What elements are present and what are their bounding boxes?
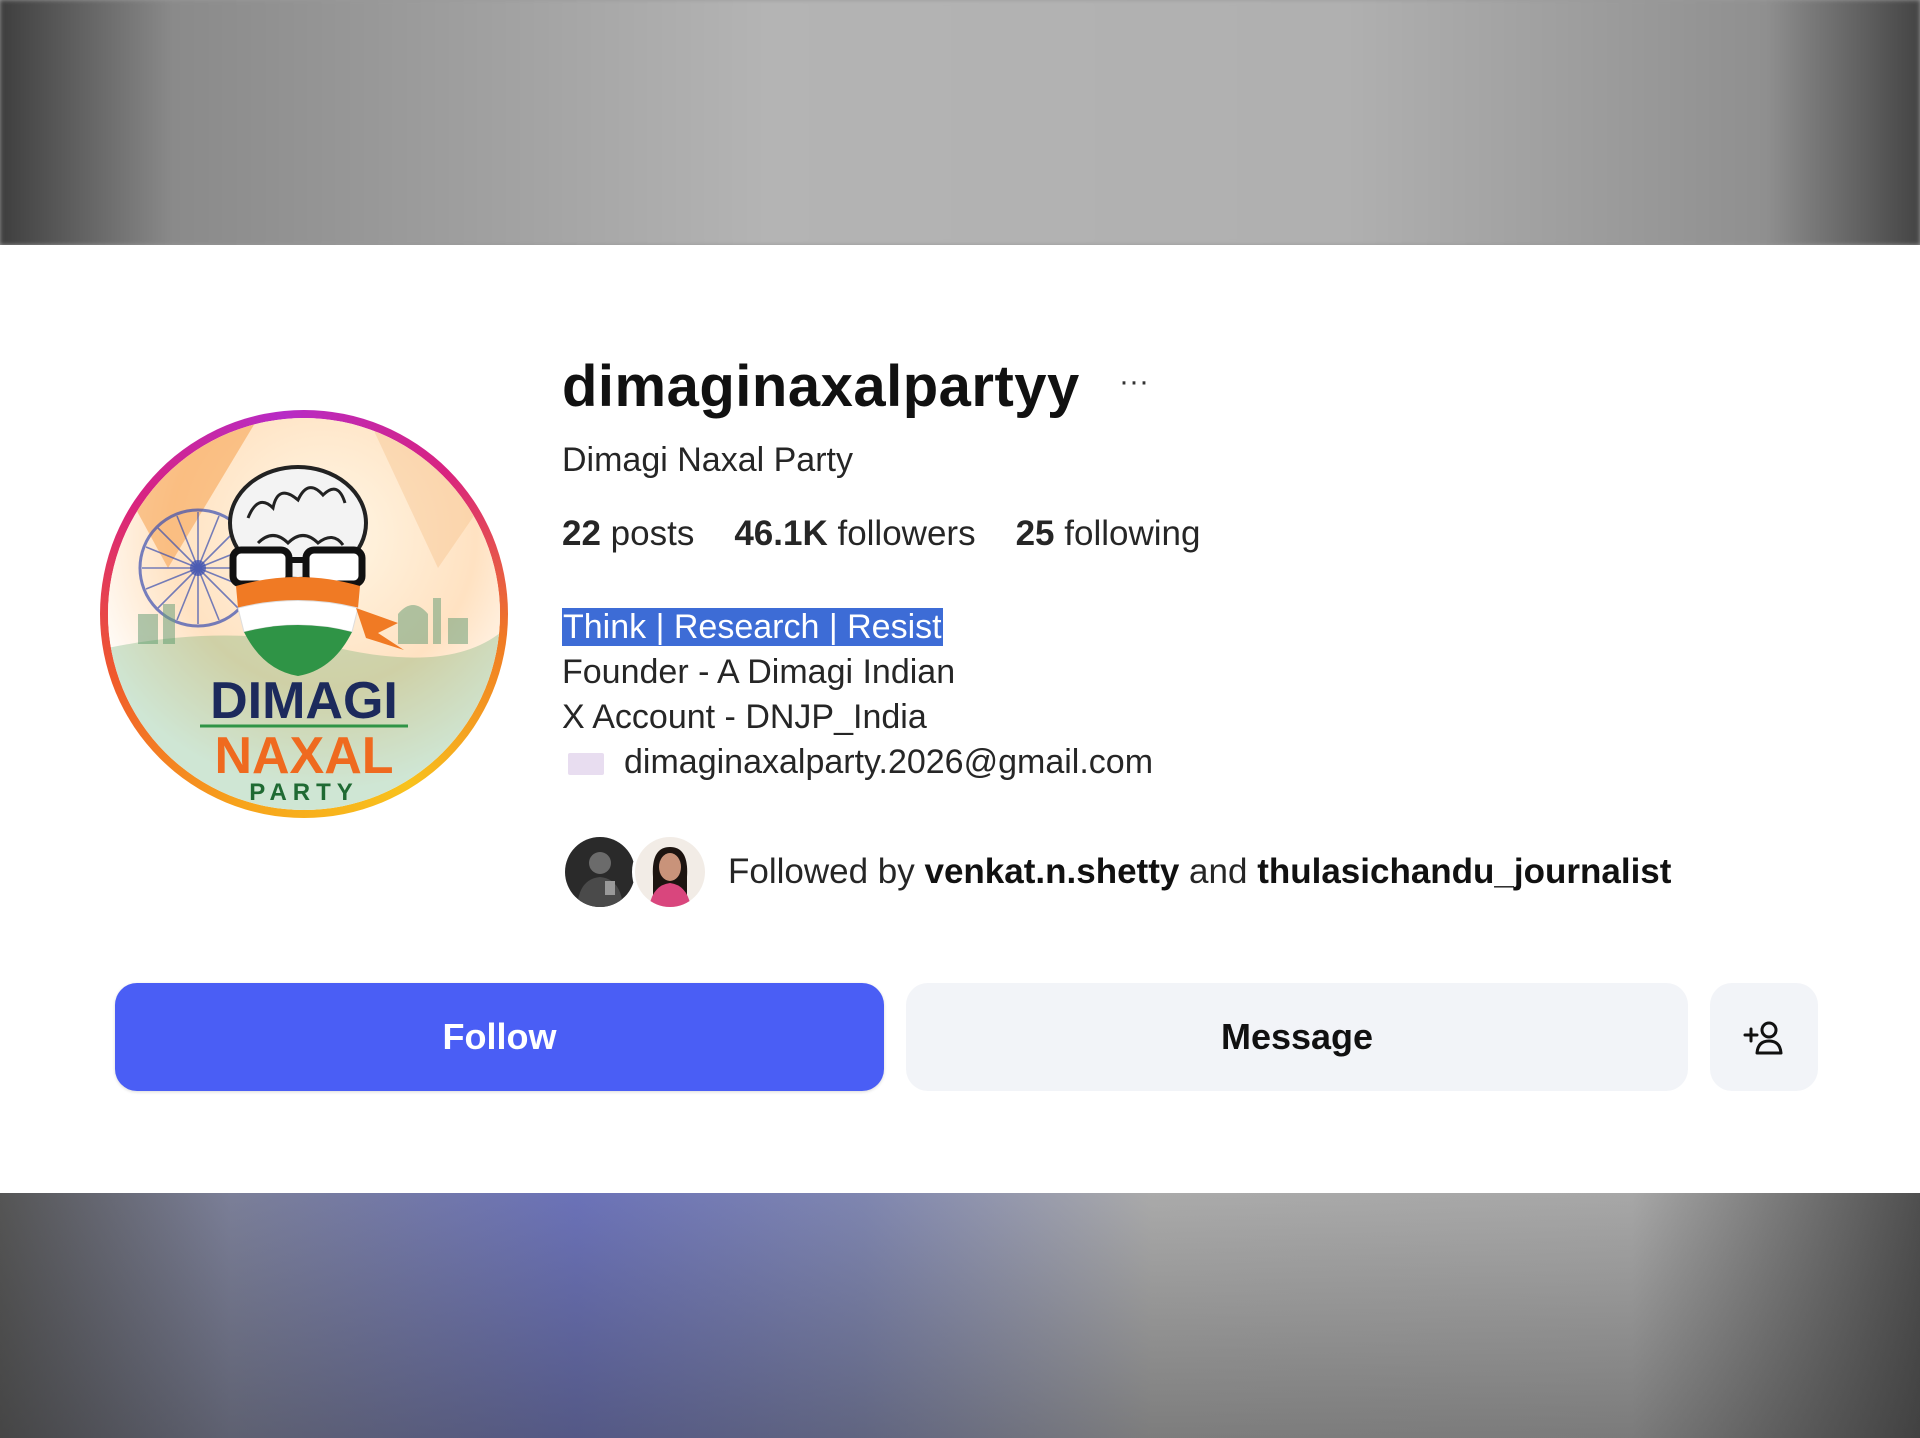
stat-followers[interactable]: 46.1K followers (734, 512, 975, 556)
stat-posts-label: posts (610, 514, 695, 553)
follower-avatar[interactable] (632, 834, 708, 910)
profile-stats: 22 posts 46.1K followers 25 following (562, 512, 1200, 556)
add-person-icon (1743, 1021, 1783, 1055)
followed-by-prefix: Followed by (728, 852, 915, 891)
stat-following[interactable]: 25 following (1016, 512, 1201, 556)
email-icon (568, 753, 604, 776)
followed-by-row[interactable]: Followed by venkat.n.shetty and thulasic… (562, 832, 1671, 912)
bio-founder-line: Founder - A Dimagi Indian (562, 653, 956, 691)
bio-x-account-line: X Account - DNJP_India (562, 698, 927, 736)
blurred-background-bottom (0, 1193, 1920, 1438)
followed-by-conj: and (1189, 852, 1248, 891)
stat-following-label: following (1064, 514, 1201, 553)
avatar-logo: DIMAGI NAXAL PARTY (108, 418, 500, 810)
profile-bio: Think | Research | Resist Founder - A Di… (562, 605, 1362, 785)
profile-display-name: Dimagi Naxal Party (562, 441, 853, 479)
bio-tagline-selected: Think | Research | Resist (562, 608, 943, 646)
follow-button[interactable]: Follow (115, 983, 884, 1091)
followed-by-user-1[interactable]: venkat.n.shetty (925, 852, 1180, 891)
blurred-background-top (0, 0, 1920, 245)
more-options-icon[interactable]: ··· (1114, 362, 1154, 402)
stat-following-count: 25 (1015, 514, 1055, 553)
add-user-button[interactable] (1710, 983, 1818, 1091)
stat-followers-count: 46.1K (734, 514, 828, 553)
logo-text-naxal: NAXAL (214, 727, 393, 785)
logo-text-dimagi: DIMAGI (210, 672, 398, 730)
stat-posts[interactable]: 22 posts (562, 512, 694, 556)
followed-by-text: Followed by venkat.n.shetty and thulasic… (728, 852, 1671, 892)
bio-email[interactable]: dimaginaxalparty.2026@gmail.com (624, 743, 1153, 781)
profile-username: dimaginaxalpartyy (562, 354, 1080, 419)
profile-avatar[interactable]: DIMAGI NAXAL PARTY (100, 410, 508, 818)
message-button[interactable]: Message (906, 983, 1688, 1091)
follower-avatar[interactable] (562, 834, 638, 910)
stat-posts-count: 22 (562, 514, 601, 553)
stat-followers-label: followers (837, 514, 976, 553)
followed-by-user-2[interactable]: thulasichandu_journalist (1257, 852, 1671, 891)
logo-text-party: PARTY (249, 779, 359, 806)
